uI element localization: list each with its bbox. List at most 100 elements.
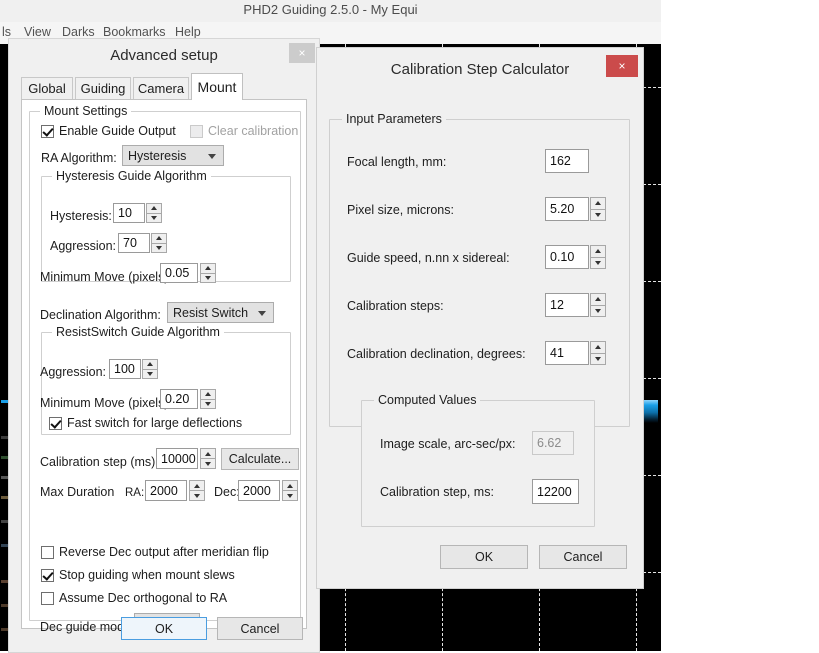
guide-speed-input[interactable]: 0.10	[545, 245, 589, 269]
stepper-up-icon[interactable]	[151, 233, 167, 243]
stepper-down-icon[interactable]	[200, 272, 216, 283]
dec-algorithm-label: Declination Algorithm:	[40, 308, 161, 322]
tab-camera[interactable]: Camera	[133, 77, 189, 99]
close-icon[interactable]: ×	[606, 55, 638, 77]
stepper-down-icon[interactable]	[590, 304, 606, 317]
hysteresis-minmove-stepper[interactable]	[200, 263, 216, 283]
calibration-step-input[interactable]: 10000	[156, 448, 198, 469]
enable-guide-output-checkbox[interactable]: Enable Guide Output	[41, 124, 176, 138]
hysteresis-aggression-label: Aggression:	[50, 239, 117, 253]
stepper-down-icon[interactable]	[151, 242, 167, 253]
stepper-up-icon[interactable]	[189, 480, 205, 490]
input-parameters-group-label: Input Parameters	[342, 112, 446, 126]
assume-orthogonal-checkbox[interactable]: Assume Dec orthogonal to RA	[41, 591, 227, 605]
max-duration-ra-input[interactable]: 2000	[145, 480, 187, 501]
menu-item-tools[interactable]: ls	[2, 25, 11, 39]
stepper-up-icon[interactable]	[590, 197, 606, 209]
resistswitch-minmove-input[interactable]: 0.20	[160, 389, 198, 409]
stepper-down-icon[interactable]	[282, 490, 298, 501]
toolstrip-swatch	[1, 400, 8, 403]
clear-calibration-label: Clear calibration	[208, 124, 299, 138]
toolstrip-swatch	[1, 476, 8, 479]
stepper-up-icon[interactable]	[200, 448, 216, 458]
stepper-up-icon[interactable]	[590, 245, 606, 257]
calculator-ok-button[interactable]: OK	[440, 545, 528, 569]
stepper-down-icon[interactable]	[200, 458, 216, 469]
resistswitch-minmove-stepper[interactable]	[200, 389, 216, 409]
dec-algorithm-select[interactable]: Resist Switch	[167, 302, 274, 323]
hysteresis-stepper[interactable]	[146, 203, 162, 223]
resistswitch-aggression-label: Aggression:	[40, 365, 107, 379]
hysteresis-aggression-stepper[interactable]	[151, 233, 167, 253]
advanced-setup-cancel-button[interactable]: Cancel	[217, 617, 303, 640]
stepper-down-icon[interactable]	[200, 398, 216, 409]
hysteresis-aggression-input[interactable]: 70	[118, 233, 150, 253]
focal-length-input[interactable]: 162	[545, 149, 589, 173]
max-duration-ra-label: RA:	[125, 487, 145, 499]
calculator-cancel-button[interactable]: Cancel	[539, 545, 627, 569]
chevron-down-icon	[258, 310, 266, 316]
advanced-setup-ok-button[interactable]: OK	[121, 617, 207, 640]
advanced-setup-title: Advanced setup	[110, 47, 218, 64]
clear-calibration-checkbox: Clear calibration	[190, 124, 298, 138]
calibration-declination-input[interactable]: 41	[545, 341, 589, 365]
calibration-declination-stepper[interactable]	[590, 341, 606, 365]
stepper-down-icon[interactable]	[590, 256, 606, 269]
fast-switch-checkbox[interactable]: Fast switch for large deflections	[49, 416, 242, 430]
tab-global[interactable]: Global	[21, 77, 73, 99]
stepper-up-icon[interactable]	[590, 341, 606, 353]
pixel-size-input[interactable]: 5.20	[545, 197, 589, 221]
stepper-up-icon[interactable]	[200, 389, 216, 399]
enable-guide-output-label: Enable Guide Output	[59, 124, 176, 138]
max-duration-dec-stepper[interactable]	[282, 480, 298, 501]
max-duration-label: Max Duration	[40, 485, 115, 499]
stepper-up-icon[interactable]	[590, 293, 606, 305]
calibration-step-result-input[interactable]: 12200	[532, 479, 579, 504]
max-duration-dec-label: Dec:	[214, 485, 240, 499]
ra-algorithm-select[interactable]: Hysteresis	[122, 145, 224, 166]
pixel-size-stepper[interactable]	[590, 197, 606, 221]
stepper-down-icon[interactable]	[590, 352, 606, 365]
stepper-down-icon[interactable]	[189, 490, 205, 501]
phd2-title-bar: PHD2 Guiding 2.5.0 - My Equi	[0, 0, 661, 23]
menu-item-help[interactable]: Help	[175, 25, 201, 39]
calibration-declination-label: Calibration declination, degrees:	[347, 347, 526, 361]
menu-item-view[interactable]: View	[24, 25, 51, 39]
max-duration-ra-stepper[interactable]	[189, 480, 205, 501]
resistswitch-aggression-stepper[interactable]	[142, 359, 158, 379]
calculate-button[interactable]: Calculate...	[221, 448, 299, 470]
calibration-step-calculator-dialog: Calibration Step Calculator × Input Para…	[316, 47, 644, 589]
hysteresis-label: Hysteresis:	[50, 209, 112, 223]
mount-tab-panel: Mount Settings Enable Guide Output Clear…	[21, 99, 307, 634]
ra-algorithm-label: RA Algorithm:	[41, 151, 117, 165]
calibration-step-stepper[interactable]	[200, 448, 216, 469]
assume-orthogonal-label: Assume Dec orthogonal to RA	[59, 591, 228, 605]
checkbox-icon	[41, 568, 54, 582]
calibration-calculator-title: Calibration Step Calculator	[390, 61, 570, 78]
stepper-down-icon[interactable]	[590, 208, 606, 221]
stepper-down-icon[interactable]	[146, 212, 162, 223]
checkbox-icon	[49, 416, 62, 430]
focal-length-label: Focal length, mm:	[347, 155, 447, 169]
stepper-down-icon[interactable]	[142, 368, 158, 379]
hysteresis-input[interactable]: 10	[113, 203, 145, 223]
tab-mount[interactable]: Mount	[191, 73, 243, 100]
menu-item-darks[interactable]: Darks	[62, 25, 95, 39]
tab-guiding[interactable]: Guiding	[75, 77, 131, 99]
resistswitch-minmove-label: Minimum Move (pixels):	[40, 396, 172, 410]
hysteresis-minmove-input[interactable]: 0.05	[160, 263, 198, 283]
guide-speed-stepper[interactable]	[590, 245, 606, 269]
resistswitch-aggression-input[interactable]: 100	[109, 359, 141, 379]
menu-item-bookmarks[interactable]: Bookmarks	[103, 25, 166, 39]
stepper-up-icon[interactable]	[200, 263, 216, 273]
calibration-steps-input[interactable]: 12	[545, 293, 589, 317]
stop-guiding-checkbox[interactable]: Stop guiding when mount slews	[41, 568, 235, 582]
stepper-up-icon[interactable]	[142, 359, 158, 369]
stepper-up-icon[interactable]	[146, 203, 162, 213]
reverse-dec-checkbox[interactable]: Reverse Dec output after meridian flip	[41, 545, 269, 559]
stepper-up-icon[interactable]	[282, 480, 298, 490]
toolstrip-swatch	[1, 604, 8, 607]
calibration-steps-stepper[interactable]	[590, 293, 606, 317]
close-icon[interactable]: ×	[289, 43, 315, 63]
max-duration-dec-input[interactable]: 2000	[238, 480, 280, 501]
